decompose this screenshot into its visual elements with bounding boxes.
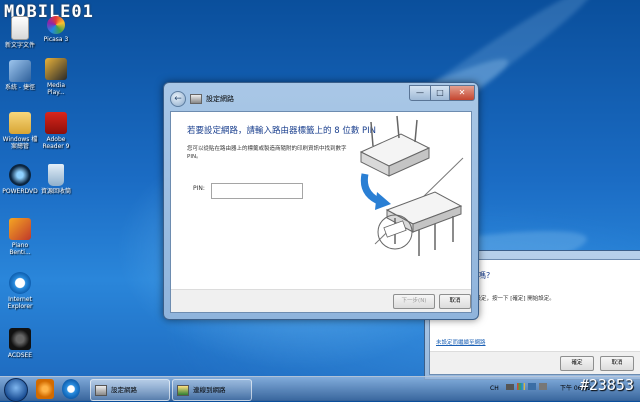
desktop-icon-computer[interactable]: 系統 - 捷徑	[2, 60, 38, 91]
taskbar-task-connect-network[interactable]: 連線到網路	[172, 379, 252, 401]
desktop-icon-label: ACDSEE	[7, 352, 33, 359]
piano-icon	[9, 218, 31, 240]
desktop-icon-label: Piano Benti...	[9, 242, 31, 256]
internet-explorer-icon	[9, 272, 31, 294]
picasa-icon	[47, 16, 65, 34]
router-illustration	[359, 115, 464, 256]
desktop-icon-label: 資源回收筒	[40, 188, 71, 195]
language-indicator[interactable]: CH	[490, 379, 499, 399]
watermark-id: #23853	[579, 376, 634, 394]
desktop-icon-ie[interactable]: Internet Explorer	[2, 272, 38, 310]
background-cancel-button[interactable]: 取消	[600, 356, 634, 371]
dialog-footer: 下一步(N) 取消	[171, 289, 471, 312]
close-button[interactable]: ✕	[449, 85, 475, 101]
desktop-icon-recycle-bin[interactable]: 資源回收筒	[38, 164, 74, 195]
taskbar-task-network-setup[interactable]: 設定網路	[90, 379, 170, 401]
volume-icon	[539, 383, 547, 390]
pin-label: PIN:	[193, 185, 205, 192]
network-setup-icon	[95, 384, 107, 396]
taskbar-task-label: 設定網路	[111, 386, 137, 394]
internet-explorer-icon[interactable]	[62, 379, 80, 399]
cancel-button[interactable]: 取消	[439, 294, 471, 309]
desktop-icon-label: Picasa 3	[43, 36, 69, 43]
desktop-icon-label: POWERDVD	[2, 188, 38, 195]
network-tray-icon	[528, 383, 536, 390]
tray-icons[interactable]	[506, 379, 554, 399]
flag-icon	[517, 383, 525, 390]
pin-input[interactable]	[211, 183, 303, 199]
minimize-button[interactable]: —	[409, 85, 431, 101]
taskbar: 設定網路 連線到網路 CH 下午 06:52	[0, 376, 640, 402]
desktop-icon-picasa[interactable]: Picasa 3	[38, 16, 74, 43]
recycle-bin-icon	[48, 164, 64, 186]
desktop-icon-label: Media Play...	[46, 82, 66, 96]
keyboard-icon	[506, 384, 514, 390]
connect-network-icon	[177, 384, 189, 396]
dialog-client: 若要設定網路，請輸入路由器標籤上的 8 位數 PIN 您可以從貼在路由器上的標籤…	[170, 111, 472, 313]
folder-icon	[9, 112, 31, 134]
back-arrow-icon[interactable]: ←	[170, 91, 186, 107]
desktop-icon-label: Internet Explorer	[7, 296, 33, 310]
desktop-icon-text-file[interactable]: 新文字文件	[2, 16, 38, 49]
desktop-icon-label: Windows 檔案總管	[2, 136, 38, 150]
media-player-icon	[45, 58, 67, 80]
desktop-icon-explorer[interactable]: Windows 檔案總管	[2, 112, 38, 150]
desktop-icon-piano[interactable]: Piano Benti...	[2, 218, 38, 256]
network-setup-dialog: ← 設定網路 — □ ✕ 若要設定網路，請輸入路由器標籤上的 8 位數 PIN …	[163, 82, 479, 320]
desktop-icon-label: 新文字文件	[4, 42, 35, 49]
powerdvd-icon	[9, 164, 31, 186]
dialog-description: 您可以從貼在路由器上的標籤或製造商隨附的印刷資訊中找到數字 PIN。	[187, 146, 347, 160]
next-button[interactable]: 下一步(N)	[393, 294, 435, 309]
taskbar-task-label: 連線到網路	[193, 386, 226, 394]
camera-icon	[9, 328, 31, 350]
background-dialog-footer: 確定 取消	[430, 351, 640, 374]
desktop-icon-media-player[interactable]: Media Play...	[38, 58, 74, 96]
adobe-reader-icon	[45, 112, 67, 134]
desktop-icon-label: 系統 - 捷徑	[5, 84, 35, 91]
desktop-icon-powerdvd[interactable]: POWERDVD	[2, 164, 38, 195]
dialog-titlebar: ← 設定網路	[170, 91, 234, 107]
background-dialog-link[interactable]: 未設定而繼續至網路	[436, 338, 486, 346]
media-player-taskbar-icon[interactable]	[36, 379, 54, 399]
computer-icon	[9, 60, 31, 82]
desktop-icon-acdsee[interactable]: ACDSEE	[2, 328, 38, 359]
maximize-button[interactable]: □	[430, 85, 450, 101]
start-button[interactable]	[4, 378, 28, 402]
desktop-icon-adobe[interactable]: Adobe Reader 9	[38, 112, 74, 150]
network-icon	[190, 94, 202, 104]
background-dialog-instruction: 未設定，按一下 [確定] 開始設定。	[470, 296, 555, 302]
text-file-icon	[11, 16, 29, 40]
background-ok-button[interactable]: 確定	[560, 356, 594, 371]
desktop-icon-label: Adobe Reader 9	[42, 136, 70, 150]
dialog-title: 設定網路	[206, 95, 234, 103]
dialog-heading: 若要設定網路，請輸入路由器標籤上的 8 位數 PIN	[187, 126, 377, 136]
